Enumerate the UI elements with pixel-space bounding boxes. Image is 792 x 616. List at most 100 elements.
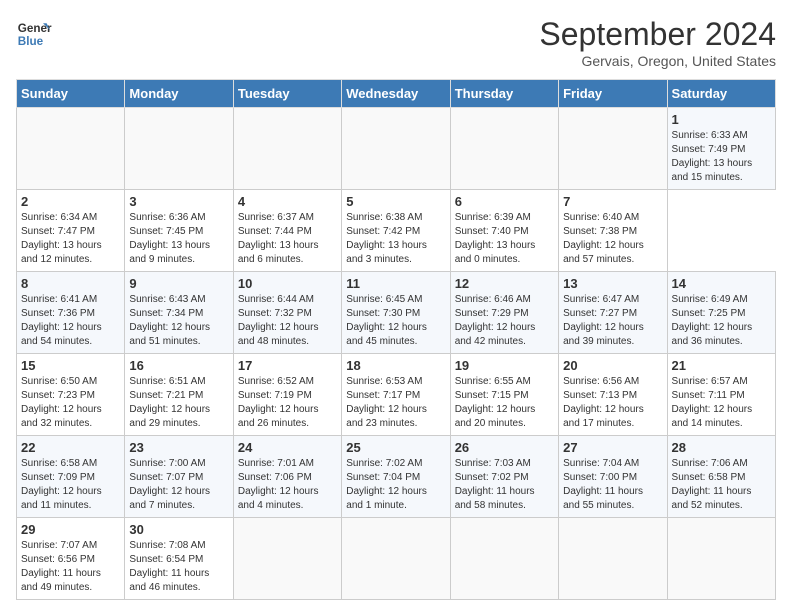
day-number: 24 — [238, 440, 337, 455]
day-info: Sunrise: 6:55 AM Sunset: 7:15 PM Dayligh… — [455, 375, 554, 431]
day-number: 26 — [455, 440, 554, 455]
day-info: Sunrise: 6:50 AM Sunset: 7:23 PM Dayligh… — [21, 375, 120, 431]
day-cell — [450, 518, 558, 600]
day-cell: 28 Sunrise: 7:06 AM Sunset: 6:58 PM Dayli… — [667, 436, 775, 518]
day-cell: 12 Sunrise: 6:46 AM Sunset: 7:29 PM Dayli… — [450, 272, 558, 354]
day-cell: 30Sunrise: 7:08 AM Sunset: 6:54 PM Dayli… — [125, 518, 233, 600]
calendar-body: 1 Sunrise: 6:33 AM Sunset: 7:49 PM Daylig… — [17, 108, 776, 600]
day-number: 19 — [455, 358, 554, 373]
empty-cell — [17, 108, 125, 190]
day-number: 29 — [21, 522, 120, 537]
day-cell: 25 Sunrise: 7:02 AM Sunset: 7:04 PM Dayli… — [342, 436, 450, 518]
logo: General Blue — [16, 16, 52, 52]
day-info: Sunrise: 6:57 AM Sunset: 7:11 PM Dayligh… — [672, 375, 771, 431]
day-info: Sunrise: 6:41 AM Sunset: 7:36 PM Dayligh… — [21, 293, 120, 349]
day-info: Sunrise: 6:52 AM Sunset: 7:19 PM Dayligh… — [238, 375, 337, 431]
day-cell: 17 Sunrise: 6:52 AM Sunset: 7:19 PM Dayli… — [233, 354, 341, 436]
day-number: 1 — [672, 112, 771, 127]
empty-cell — [125, 108, 233, 190]
day-info: Sunrise: 6:53 AM Sunset: 7:17 PM Dayligh… — [346, 375, 445, 431]
calendar-table: SundayMondayTuesdayWednesdayThursdayFrid… — [16, 79, 776, 600]
day-info: Sunrise: 6:51 AM Sunset: 7:21 PM Dayligh… — [129, 375, 228, 431]
day-cell: 15 Sunrise: 6:50 AM Sunset: 7:23 PM Dayli… — [17, 354, 125, 436]
day-info: Sunrise: 6:49 AM Sunset: 7:25 PM Dayligh… — [672, 293, 771, 349]
calendar-header-row: SundayMondayTuesdayWednesdayThursdayFrid… — [17, 80, 776, 108]
day-number: 28 — [672, 440, 771, 455]
day-info: Sunrise: 6:47 AM Sunset: 7:27 PM Dayligh… — [563, 293, 662, 349]
day-info: Sunrise: 6:38 AM Sunset: 7:42 PM Dayligh… — [346, 211, 445, 267]
day-cell: 11 Sunrise: 6:45 AM Sunset: 7:30 PM Dayli… — [342, 272, 450, 354]
day-number: 25 — [346, 440, 445, 455]
day-info: Sunrise: 7:07 AM Sunset: 6:56 PM Dayligh… — [21, 539, 120, 595]
day-cell: 27 Sunrise: 7:04 AM Sunset: 7:00 PM Dayli… — [559, 436, 667, 518]
empty-cell — [450, 108, 558, 190]
day-cell — [342, 518, 450, 600]
week-row-2: 2 Sunrise: 6:34 AM Sunset: 7:47 PM Daylig… — [17, 190, 776, 272]
day-cell: 9Sunrise: 6:43 AM Sunset: 7:34 PM Daylig… — [125, 272, 233, 354]
day-number: 17 — [238, 358, 337, 373]
empty-cell — [233, 108, 341, 190]
day-info: Sunrise: 7:01 AM Sunset: 7:06 PM Dayligh… — [238, 457, 337, 513]
logo-icon: General Blue — [16, 16, 52, 52]
day-number: 11 — [346, 276, 445, 291]
day-cell: 19 Sunrise: 6:55 AM Sunset: 7:15 PM Dayli… — [450, 354, 558, 436]
day-number: 10 — [238, 276, 337, 291]
day-cell: 1 Sunrise: 6:33 AM Sunset: 7:49 PM Daylig… — [667, 108, 775, 190]
day-cell: 2 Sunrise: 6:34 AM Sunset: 7:47 PM Daylig… — [17, 190, 125, 272]
day-cell: 14 Sunrise: 6:49 AM Sunset: 7:25 PM Dayli… — [667, 272, 775, 354]
day-number: 9 — [129, 276, 228, 291]
day-cell: 13 Sunrise: 6:47 AM Sunset: 7:27 PM Dayli… — [559, 272, 667, 354]
day-number: 30 — [129, 522, 228, 537]
day-number: 8 — [21, 276, 120, 291]
week-row-3: 8 Sunrise: 6:41 AM Sunset: 7:36 PM Daylig… — [17, 272, 776, 354]
day-number: 16 — [129, 358, 228, 373]
day-info: Sunrise: 7:04 AM Sunset: 7:00 PM Dayligh… — [563, 457, 662, 513]
week-row-1: 1 Sunrise: 6:33 AM Sunset: 7:49 PM Daylig… — [17, 108, 776, 190]
location-title: Gervais, Oregon, United States — [539, 53, 776, 69]
day-info: Sunrise: 7:02 AM Sunset: 7:04 PM Dayligh… — [346, 457, 445, 513]
header-cell-saturday: Saturday — [667, 80, 775, 108]
page-header: General Blue September 2024 Gervais, Ore… — [16, 16, 776, 69]
day-cell: 4Sunrise: 6:37 AM Sunset: 7:44 PM Daylig… — [233, 190, 341, 272]
header-cell-thursday: Thursday — [450, 80, 558, 108]
title-section: September 2024 Gervais, Oregon, United S… — [539, 16, 776, 69]
day-number: 15 — [21, 358, 120, 373]
day-info: Sunrise: 6:36 AM Sunset: 7:45 PM Dayligh… — [129, 211, 228, 267]
svg-text:Blue: Blue — [18, 35, 44, 48]
day-info: Sunrise: 6:58 AM Sunset: 7:09 PM Dayligh… — [21, 457, 120, 513]
day-cell: 7 Sunrise: 6:40 AM Sunset: 7:38 PM Daylig… — [559, 190, 667, 272]
week-row-5: 22 Sunrise: 6:58 AM Sunset: 7:09 PM Dayli… — [17, 436, 776, 518]
day-info: Sunrise: 6:34 AM Sunset: 7:47 PM Dayligh… — [21, 211, 120, 267]
day-number: 7 — [563, 194, 662, 209]
day-number: 13 — [563, 276, 662, 291]
day-info: Sunrise: 7:06 AM Sunset: 6:58 PM Dayligh… — [672, 457, 771, 513]
day-info: Sunrise: 6:40 AM Sunset: 7:38 PM Dayligh… — [563, 211, 662, 267]
day-cell — [559, 518, 667, 600]
day-info: Sunrise: 6:46 AM Sunset: 7:29 PM Dayligh… — [455, 293, 554, 349]
day-number: 6 — [455, 194, 554, 209]
day-number: 21 — [672, 358, 771, 373]
day-cell: 24 Sunrise: 7:01 AM Sunset: 7:06 PM Dayli… — [233, 436, 341, 518]
day-info: Sunrise: 7:03 AM Sunset: 7:02 PM Dayligh… — [455, 457, 554, 513]
day-cell — [667, 518, 775, 600]
day-info: Sunrise: 6:33 AM Sunset: 7:49 PM Dayligh… — [672, 129, 771, 185]
day-cell: 23Sunrise: 7:00 AM Sunset: 7:07 PM Dayli… — [125, 436, 233, 518]
day-cell: 8 Sunrise: 6:41 AM Sunset: 7:36 PM Daylig… — [17, 272, 125, 354]
day-number: 12 — [455, 276, 554, 291]
empty-cell — [342, 108, 450, 190]
day-number: 23 — [129, 440, 228, 455]
header-cell-tuesday: Tuesday — [233, 80, 341, 108]
day-number: 14 — [672, 276, 771, 291]
day-cell: 10Sunrise: 6:44 AM Sunset: 7:32 PM Dayli… — [233, 272, 341, 354]
day-number: 4 — [238, 194, 337, 209]
day-info: Sunrise: 6:45 AM Sunset: 7:30 PM Dayligh… — [346, 293, 445, 349]
day-number: 27 — [563, 440, 662, 455]
header-cell-monday: Monday — [125, 80, 233, 108]
day-cell: 22 Sunrise: 6:58 AM Sunset: 7:09 PM Dayli… — [17, 436, 125, 518]
month-title: September 2024 — [539, 16, 776, 53]
day-number: 3 — [129, 194, 228, 209]
day-number: 2 — [21, 194, 120, 209]
day-number: 22 — [21, 440, 120, 455]
day-cell: 3 Sunrise: 6:36 AM Sunset: 7:45 PM Daylig… — [125, 190, 233, 272]
day-number: 5 — [346, 194, 445, 209]
